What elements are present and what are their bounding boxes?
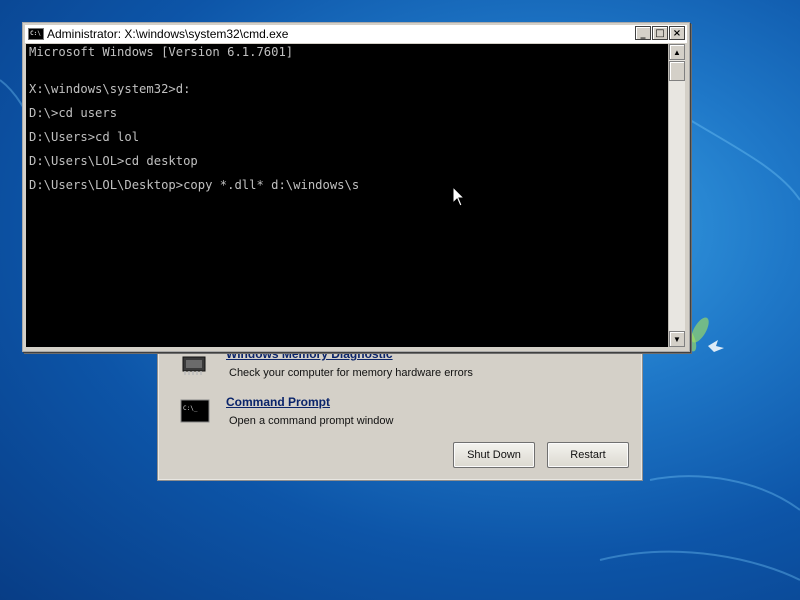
vertical-scrollbar[interactable]: ▲ ▼ [668, 44, 685, 347]
scroll-down-icon[interactable]: ▼ [669, 331, 685, 347]
cmd-window-icon: C:\ [28, 28, 44, 40]
scrollbar-thumb[interactable] [669, 61, 685, 81]
shut-down-button[interactable]: Shut Down [453, 442, 535, 468]
command-prompt-description: Open a command prompt window [229, 415, 394, 427]
maximize-button[interactable]: □ [652, 26, 668, 40]
command-prompt-icon: C:\_ [180, 399, 210, 423]
console-output[interactable]: Microsoft Windows [Version 6.1.7601] X:\… [26, 44, 668, 347]
cmd-titlebar[interactable]: C:\ Administrator: X:\windows\system32\c… [25, 25, 687, 43]
scroll-up-icon[interactable]: ▲ [669, 44, 685, 60]
console-line: D:\Users>cd lol [29, 130, 140, 144]
console-line: X:\windows\system32>d: [29, 82, 191, 96]
command-prompt-link[interactable]: Command Prompt [226, 395, 330, 409]
console-line: D:\Users\LOL\Desktop>copy *.dll* d:\wind… [29, 178, 360, 192]
cmd-window[interactable]: C:\ Administrator: X:\windows\system32\c… [22, 22, 690, 352]
console-line: Microsoft Windows [Version 6.1.7601] [29, 45, 294, 59]
close-button[interactable]: × [669, 26, 685, 40]
svg-text:C:\_: C:\_ [183, 405, 198, 412]
window-controls: _ □ × [635, 26, 685, 40]
console-line: D:\>cd users [29, 106, 118, 120]
cmd-window-title: Administrator: X:\windows\system32\cmd.e… [47, 27, 289, 41]
system-recovery-options-panel: Windows Memory Diagnostic Check your com… [157, 335, 643, 481]
restart-button[interactable]: Restart [547, 442, 629, 468]
memory-diagnostic-description: Check your computer for memory hardware … [229, 367, 473, 379]
memory-chip-icon [180, 353, 210, 377]
console-line: D:\Users\LOL>cd desktop [29, 154, 198, 168]
mouse-pointer-icon [452, 186, 466, 207]
minimize-button[interactable]: _ [635, 26, 651, 40]
